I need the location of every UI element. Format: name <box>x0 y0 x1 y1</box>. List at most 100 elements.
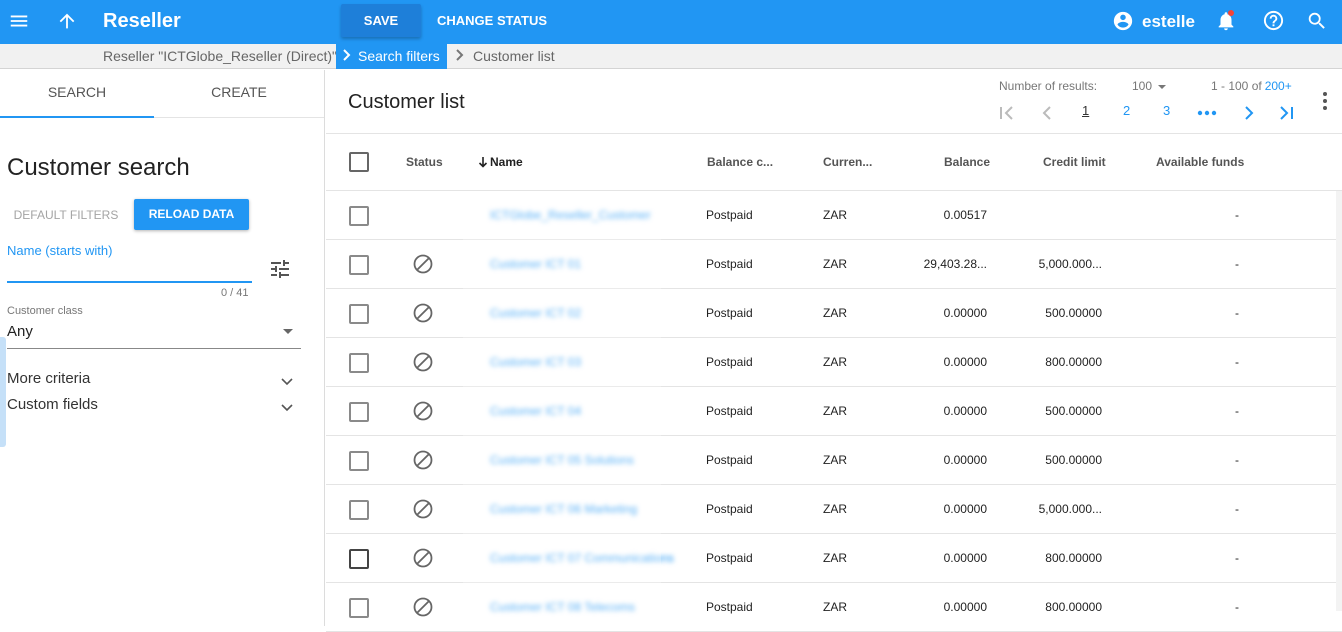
table-row[interactable]: Customer ICT 08 Telecoms Postpaid ZAR 0.000… <box>326 583 1342 632</box>
column-status[interactable]: Status <box>406 155 443 169</box>
balance-cell: 0.00000 <box>943 453 987 467</box>
app-bar: Reseller SAVE CHANGE STATUS estelle <box>0 0 1342 44</box>
chevron-right-icon <box>456 49 464 61</box>
column-available-funds[interactable]: Available funds <box>1156 155 1244 169</box>
more-pages-icon[interactable] <box>1197 103 1217 123</box>
row-checkbox[interactable] <box>349 598 369 618</box>
page-1-link[interactable]: 1 <box>1082 103 1089 123</box>
row-checkbox[interactable] <box>349 304 369 324</box>
customer-name-link[interactable]: Customer ICT 08 Telecoms <box>490 600 635 614</box>
table-row[interactable]: ICTGlobe_Reseller_Customer Postpaid ZAR 0.0… <box>326 191 1342 240</box>
available-funds-cell: - <box>1235 551 1239 565</box>
column-balance[interactable]: Balance <box>944 155 990 169</box>
row-checkbox[interactable] <box>349 549 369 569</box>
table-row[interactable]: Customer ICT 02 Postpaid ZAR 0.00000 500.000… <box>326 289 1342 338</box>
column-name[interactable]: Name <box>478 155 523 169</box>
page-title: Reseller <box>103 10 181 32</box>
available-funds-cell: - <box>1235 257 1239 271</box>
breadcrumb-customer-list[interactable]: Customer list <box>455 48 555 64</box>
balance-cell: 0.00000 <box>943 551 987 565</box>
results-total-link[interactable]: 200+ <box>1265 79 1292 93</box>
currency-cell: ZAR <box>823 208 847 222</box>
customer-name-link[interactable]: Customer ICT 02 <box>490 306 581 320</box>
available-funds-cell: - <box>1235 404 1239 418</box>
panel-title: Customer search <box>7 154 190 181</box>
column-currency[interactable]: Curren... <box>823 155 872 169</box>
panel-resize-handle[interactable] <box>0 337 6 447</box>
results-per-page-select[interactable]: 100 <box>1132 79 1167 93</box>
row-checkbox[interactable] <box>349 402 369 422</box>
balance-cell: 0.00517 <box>943 208 987 222</box>
scrollbar-track[interactable] <box>1336 191 1342 611</box>
reload-data-button[interactable]: RELOAD DATA <box>134 199 249 230</box>
help-icon[interactable] <box>1262 9 1285 32</box>
row-checkbox[interactable] <box>349 255 369 275</box>
customer-name-link[interactable]: Customer ICT 07 Communications <box>490 551 674 565</box>
tab-search[interactable]: SEARCH <box>0 70 154 118</box>
list-title: Customer list <box>348 91 465 113</box>
default-filters-button[interactable]: DEFAULT FILTERS <box>7 200 125 230</box>
customer-name-link[interactable]: ICTGlobe_Reseller_Customer <box>490 208 651 222</box>
search-icon[interactable] <box>1306 10 1328 32</box>
table-row[interactable]: Customer ICT 06 Marketing Postpaid ZAR 0.00… <box>326 485 1342 534</box>
balance-cell: 0.00000 <box>943 404 987 418</box>
balance-control-cell: Postpaid <box>706 453 753 467</box>
page-3-link[interactable]: 3 <box>1163 103 1170 123</box>
user-name[interactable]: estelle <box>1142 12 1195 32</box>
customer-name-link[interactable]: Customer ICT 04 <box>490 404 581 418</box>
table-row[interactable]: Customer ICT 07 Communications Postpaid ZA… <box>326 534 1342 583</box>
dropdown-caret-icon <box>1158 84 1167 89</box>
tune-icon[interactable] <box>268 257 292 281</box>
save-button[interactable]: SAVE <box>341 4 421 37</box>
notification-dot <box>1228 10 1234 16</box>
customer-name-link[interactable]: Customer ICT 01 <box>490 257 581 271</box>
column-balance-control[interactable]: Balance c... <box>707 155 773 169</box>
row-checkbox[interactable] <box>349 451 369 471</box>
account-icon[interactable] <box>1112 10 1134 32</box>
available-funds-cell: - <box>1235 502 1239 516</box>
blocked-status-icon <box>413 499 433 519</box>
name-input[interactable] <box>7 259 252 283</box>
custom-fields-expander[interactable]: Custom fields <box>7 396 301 418</box>
table-row[interactable]: Customer ICT 01 Postpaid ZAR 29,403.28... 5,… <box>326 240 1342 289</box>
breadcrumb-search-filters[interactable]: Search filters <box>336 44 447 69</box>
row-checkbox[interactable] <box>349 353 369 373</box>
customer-name-link[interactable]: Customer ICT 05 Solutions <box>490 453 634 467</box>
change-status-button[interactable]: CHANGE STATUS <box>437 4 547 37</box>
page-2-link[interactable]: 2 <box>1123 103 1130 123</box>
balance-cell: 0.00000 <box>943 306 987 320</box>
row-checkbox[interactable] <box>349 206 369 226</box>
chevron-down-icon <box>281 404 293 412</box>
table-row[interactable]: Customer ICT 05 Solutions Postpaid ZAR 0.00… <box>326 436 1342 485</box>
tab-create[interactable]: CREATE <box>162 70 316 118</box>
balance-control-cell: Postpaid <box>706 306 753 320</box>
breadcrumb-reseller[interactable]: Reseller "ICTGlobe_Reseller (Direct)" <box>103 48 337 64</box>
more-criteria-expander[interactable]: More criteria <box>7 370 301 392</box>
column-credit-limit[interactable]: Credit limit <box>1043 155 1106 169</box>
credit-limit-cell: 800.00000 <box>1045 355 1102 369</box>
name-char-counter: 0 / 41 <box>221 287 249 299</box>
table-row[interactable]: Customer ICT 04 Postpaid ZAR 0.00000 500.000… <box>326 387 1342 436</box>
first-page-icon[interactable] <box>998 103 1016 123</box>
last-page-icon[interactable] <box>1277 103 1295 123</box>
blocked-status-icon <box>413 303 433 323</box>
credit-limit-cell: 800.00000 <box>1045 551 1102 565</box>
menu-icon[interactable] <box>8 10 30 32</box>
arrow-up-icon[interactable] <box>56 10 78 32</box>
currency-cell: ZAR <box>823 600 847 614</box>
available-funds-cell: - <box>1235 306 1239 320</box>
panel-tabs: SEARCH CREATE <box>0 70 324 118</box>
table-row[interactable]: Customer ICT 03 Postpaid ZAR 0.00000 800.000… <box>326 338 1342 387</box>
customer-class-select[interactable]: Any <box>7 321 301 349</box>
results-range-text: 1 - 100 of <box>1211 79 1262 93</box>
next-page-icon[interactable] <box>1242 103 1256 123</box>
available-funds-cell: - <box>1235 600 1239 614</box>
customer-name-link[interactable]: Customer ICT 06 Marketing <box>490 502 637 516</box>
previous-page-icon[interactable] <box>1040 103 1054 123</box>
balance-control-cell: Postpaid <box>706 404 753 418</box>
blocked-status-icon <box>413 352 433 372</box>
row-checkbox[interactable] <box>349 500 369 520</box>
customer-name-link[interactable]: Customer ICT 03 <box>490 355 581 369</box>
more-vert-icon[interactable] <box>1321 90 1329 112</box>
select-all-checkbox[interactable] <box>349 152 369 172</box>
